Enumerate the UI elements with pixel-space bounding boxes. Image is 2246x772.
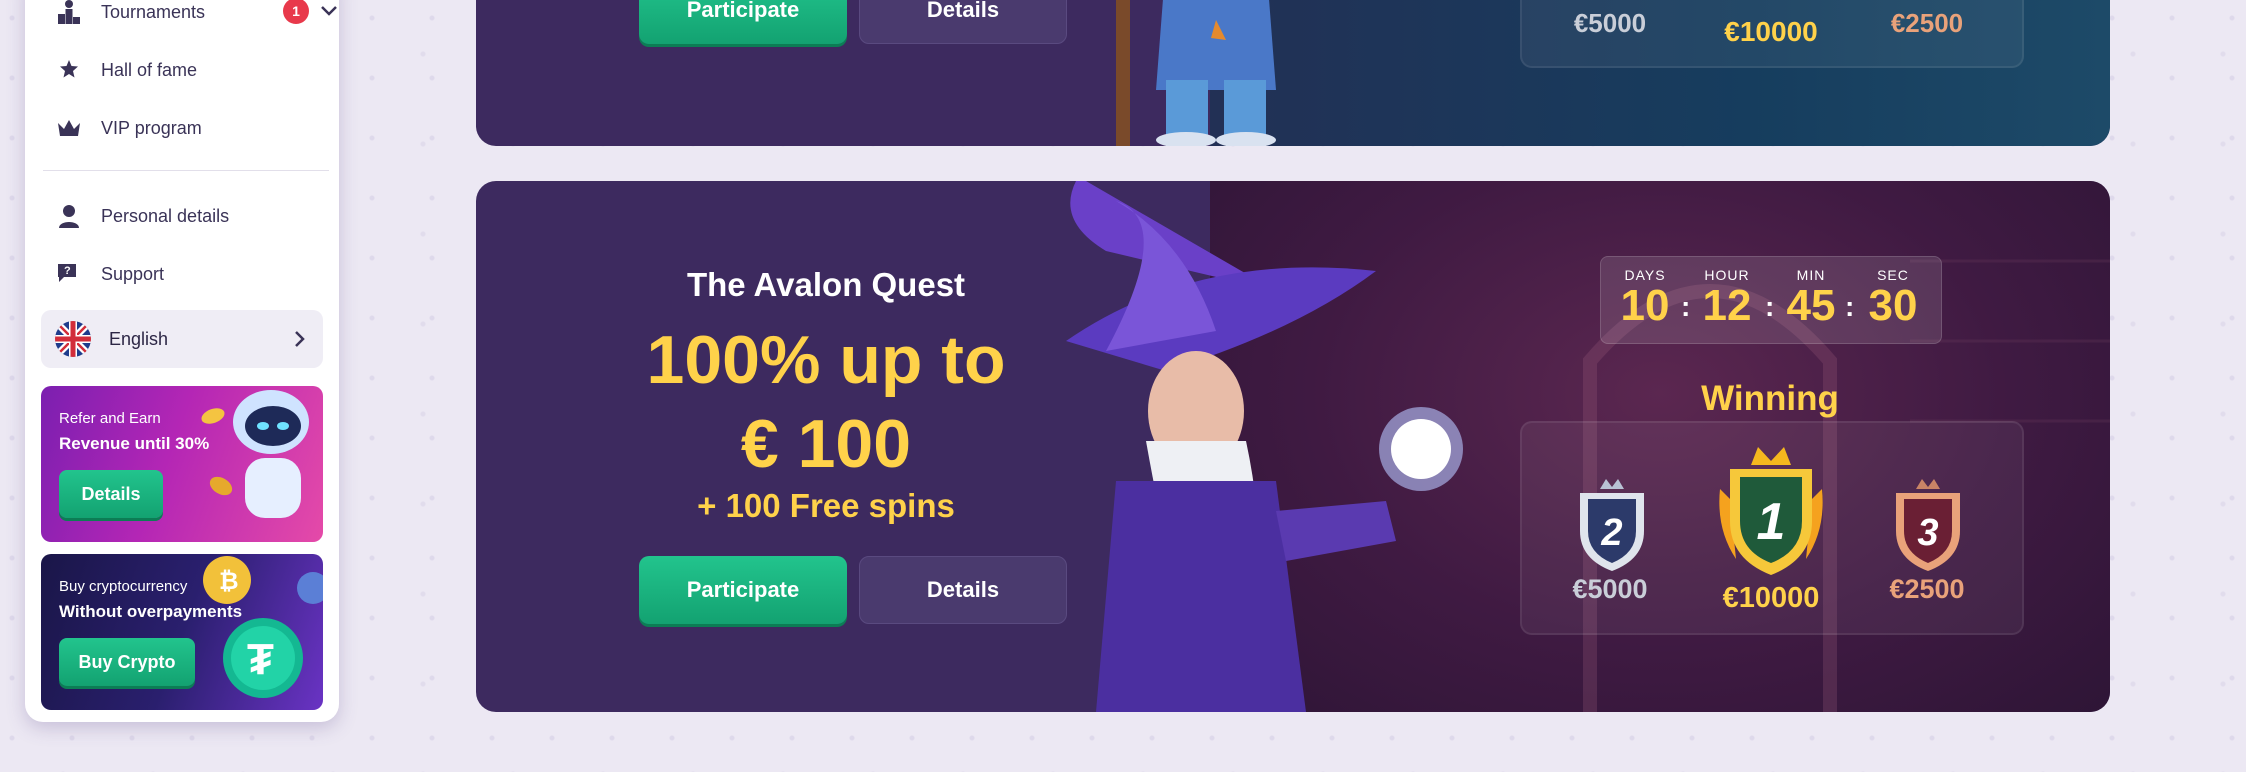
promo-line2: Without overpayments — [59, 602, 243, 621]
prize-amount-3rd: €2500 — [1890, 8, 1964, 38]
promo-line1: Buy cryptocurrency — [59, 578, 188, 595]
prize-amount-1st: €10000 — [1722, 582, 1820, 614]
language-label: English — [109, 328, 169, 349]
notification-badge: 1 — [283, 0, 309, 24]
rank-number: 3 — [1917, 512, 1938, 554]
promo-buy-crypto: ₿ ₮ Buy cryptocurrency Without overpayme… — [41, 554, 323, 710]
countdown-separator: : — [1845, 291, 1855, 322]
rank-number: 1 — [1757, 493, 1786, 551]
promo-line2: Revenue until 30% — [59, 434, 210, 453]
countdown-timer: DAYS 10 : HOUR 12 : MIN 45 : SEC 30 — [1600, 256, 1942, 344]
participate-button[interactable]: Participate — [639, 0, 847, 44]
sidebar-item-label: VIP program — [101, 117, 202, 138]
chevron-down-icon[interactable] — [317, 0, 341, 27]
countdown-minutes: MIN 45 — [1786, 267, 1836, 330]
wizard-character-image — [1046, 181, 1506, 712]
sidebar-item-label: Tournaments — [101, 1, 206, 22]
bonus-headline: 100% up to — [646, 322, 1006, 398]
chevron-right-icon — [287, 327, 311, 356]
language-selector[interactable]: English — [41, 310, 323, 368]
trophy-podium-icon — [53, 0, 85, 28]
prize-amount-1st: €10000 — [1724, 16, 1818, 47]
svg-text:₿: ₿ — [219, 568, 239, 595]
buy-crypto-button[interactable]: Buy Crypto — [59, 638, 195, 686]
sidebar-item-tournaments[interactable]: Tournaments 1 — [53, 0, 343, 36]
countdown-days: DAYS 10 — [1620, 267, 1670, 330]
laurel-star-icon — [53, 54, 85, 86]
tournament-card-avalon: The Avalon Quest 100% up to € 100 + 100 … — [476, 181, 2110, 712]
free-spins-label: + 100 Free spins — [697, 487, 955, 524]
prize-amount-3rd: €2500 — [1889, 574, 1965, 604]
prize-amount-2nd: €5000 — [1573, 8, 1647, 38]
promo-refer-earn: Refer and Earn Revenue until 30% Details — [41, 386, 323, 542]
gold-shield-icon: 1 — [1716, 439, 1826, 584]
silver-shield-icon: 2 — [1570, 473, 1654, 578]
countdown-hours: HOUR 12 — [1702, 267, 1752, 330]
robot-mascot-image — [193, 386, 323, 542]
tournament-title: The Avalon Quest — [686, 266, 966, 303]
sidebar: Tournaments 1 Hall of fame VIP program P… — [25, 0, 339, 722]
support-chat-icon: ? — [53, 258, 85, 290]
svg-text:?: ? — [64, 265, 71, 277]
bonus-amount: € 100 — [740, 406, 912, 482]
sidebar-item-label: Hall of fame — [101, 59, 198, 80]
participate-button[interactable]: Participate — [639, 556, 847, 624]
rank-number: 2 — [1600, 512, 1622, 554]
crypto-coins-image: ₿ ₮ — [183, 554, 323, 710]
sidebar-item-personal-details[interactable]: Personal details — [53, 192, 343, 240]
promo-details-button[interactable]: Details — [59, 470, 163, 518]
bronze-shield-icon: 3 — [1886, 473, 1970, 578]
uk-flag-icon — [55, 321, 91, 357]
countdown-separator: : — [1765, 291, 1775, 322]
countdown-seconds: SEC 30 — [1868, 267, 1918, 330]
tournament-card-top: Participate Details €5000 €10000 €2500 — [476, 0, 2110, 146]
svg-text:₮: ₮ — [247, 635, 274, 684]
countdown-separator: : — [1681, 291, 1691, 322]
sidebar-divider — [43, 170, 329, 171]
details-button[interactable]: Details — [859, 556, 1067, 624]
character-image — [1116, 0, 1346, 146]
winning-label: Winning — [1701, 379, 1839, 418]
user-icon — [53, 200, 85, 232]
sidebar-item-label: Personal details — [101, 205, 230, 226]
sidebar-item-vip-program[interactable]: VIP program — [53, 104, 343, 152]
promo-line1: Refer and Earn — [59, 410, 161, 427]
details-button[interactable]: Details — [859, 0, 1067, 44]
crown-icon — [53, 112, 85, 144]
sidebar-item-hall-of-fame[interactable]: Hall of fame — [53, 46, 343, 94]
sidebar-item-label: Support — [101, 263, 165, 284]
sidebar-item-support[interactable]: ? Support — [53, 250, 343, 298]
prize-amount-2nd: €5000 — [1572, 574, 1648, 604]
